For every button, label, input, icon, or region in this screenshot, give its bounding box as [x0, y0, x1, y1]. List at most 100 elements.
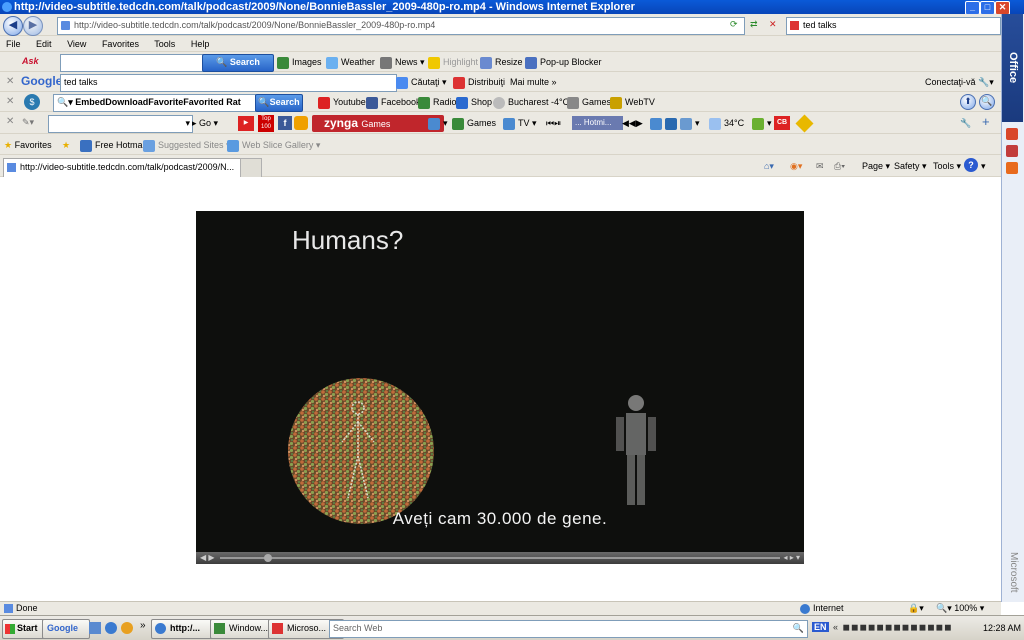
- clock[interactable]: 12:28 AM: [983, 623, 1021, 633]
- ask-weather[interactable]: Weather: [326, 55, 375, 69]
- radio-link[interactable]: Radio: [418, 95, 457, 109]
- ask-images[interactable]: Images: [277, 55, 322, 69]
- shop-link[interactable]: Shop: [456, 95, 492, 109]
- go-button[interactable]: ▸ Go ▾: [192, 116, 218, 130]
- menu-tools[interactable]: Tools: [154, 39, 175, 49]
- tv-link[interactable]: TV ▾: [503, 116, 537, 130]
- compat-icon[interactable]: ⇄: [750, 17, 758, 31]
- quicklaunch-icon-1[interactable]: [89, 622, 101, 634]
- help-icon[interactable]: ?: [964, 158, 978, 172]
- google-more[interactable]: Mai multe »: [510, 75, 557, 89]
- top100-icon[interactable]: Top 100: [258, 115, 274, 132]
- home-icon[interactable]: ⌂▾: [764, 159, 774, 173]
- taskbar-search-input[interactable]: Search Web 🔍: [329, 620, 808, 638]
- protected-mode-icon[interactable]: 🔒▾: [908, 602, 924, 615]
- web-slice-link[interactable]: Web Slice Gallery ▾: [227, 138, 320, 152]
- language-indicator[interactable]: EN: [812, 622, 829, 632]
- stop-icon[interactable]: ✕: [769, 17, 777, 31]
- menu-file[interactable]: File: [6, 39, 21, 49]
- cb-icon[interactable]: CB: [774, 116, 790, 130]
- zone-indicator[interactable]: Internet: [800, 602, 844, 615]
- back-icon[interactable]: ◀: [3, 16, 23, 36]
- favorites-button[interactable]: ★ Favorites: [4, 138, 52, 152]
- close-toolbar-icon[interactable]: ✕: [6, 116, 14, 127]
- tab-current[interactable]: http://video-subtitle.tedcdn.com/talk/po…: [3, 158, 254, 177]
- free-hotmail-link[interactable]: Free Hotmail: [80, 138, 147, 152]
- add-icon[interactable]: +: [982, 115, 990, 129]
- sidebar-app-icon-3[interactable]: [1006, 162, 1018, 174]
- system-tray-icons[interactable]: « ◼◼◼◼◼◼◼◼◼◼◼◼◼: [833, 622, 953, 633]
- quicklaunch-icon-3[interactable]: [121, 622, 133, 634]
- minimize-button[interactable]: _: [965, 1, 980, 14]
- smiley-icon[interactable]: [294, 116, 308, 130]
- fullscreen-icon[interactable]: ◂ ▸ ▾: [784, 552, 801, 564]
- quicklaunch-ie-icon[interactable]: [105, 622, 117, 634]
- tools-menu[interactable]: Tools ▾: [933, 159, 961, 173]
- refresh-icon[interactable]: ⟳: [730, 17, 738, 31]
- seek-track[interactable]: [220, 557, 780, 559]
- ask-popup-blocker[interactable]: Pop-up Blocker: [525, 55, 602, 69]
- hotmail-dropdown[interactable]: ... Hotmi...: [572, 116, 623, 130]
- video-player[interactable]: Humans? Aveți cam 30.000 de gene. ◀ ▶ ◂ …: [196, 211, 804, 564]
- menu-help[interactable]: Help: [191, 39, 210, 49]
- wrench-icon[interactable]: 🔧: [960, 116, 971, 130]
- menu-edit[interactable]: Edit: [36, 39, 52, 49]
- menu-favorites[interactable]: Favorites: [102, 39, 139, 49]
- new-tab-button[interactable]: [240, 158, 262, 178]
- quicklaunch-more[interactable]: »: [140, 620, 146, 631]
- sidebar-app-icon-2[interactable]: [1006, 145, 1018, 157]
- share-grid-icon[interactable]: ▾: [428, 116, 448, 130]
- media-controls[interactable]: ⏮⏯: [546, 116, 561, 130]
- safety-menu[interactable]: Safety ▾: [894, 159, 927, 173]
- facebook-link[interactable]: Facebook: [366, 95, 421, 109]
- google-share[interactable]: Distribuiţi: [453, 75, 505, 89]
- office-sidebar-title[interactable]: Office: [1002, 14, 1023, 122]
- embed-search-round-icon[interactable]: 🔍: [979, 94, 995, 110]
- clip-icon[interactable]: ▾: [752, 116, 772, 130]
- address-input[interactable]: http://video-subtitle.tedcdn.com/talk/po…: [57, 17, 745, 35]
- forward-icon[interactable]: ▶: [23, 16, 43, 36]
- embed-dropdown[interactable]: 🔍▾ EmbedDownloadFavoriteFavorited Rat: [53, 94, 256, 112]
- add-favorite-icon[interactable]: ★: [62, 138, 70, 152]
- sidebar-app-icon-1[interactable]: [1006, 128, 1018, 140]
- sign-icon[interactable]: [795, 114, 814, 133]
- close-toolbar-icon[interactable]: ✕: [6, 96, 14, 107]
- ask-resize[interactable]: Resize: [480, 55, 523, 69]
- search-box[interactable]: ted talks: [786, 17, 1001, 35]
- menu-view[interactable]: View: [67, 39, 86, 49]
- pen-icon[interactable]: ✎▾: [22, 115, 34, 129]
- zynga-search-input[interactable]: ▾: [48, 115, 193, 133]
- embed-search-button[interactable]: 🔍Search: [255, 94, 303, 112]
- page-menu[interactable]: Page ▾: [862, 159, 890, 173]
- ask-highlight[interactable]: Highlight: [428, 55, 478, 69]
- close-toolbar-icon[interactable]: ✕: [6, 76, 14, 87]
- facebook-small-icon[interactable]: f: [278, 116, 292, 130]
- google-search-button[interactable]: Căutaţi ▾: [396, 75, 447, 89]
- youtube-link[interactable]: Youtube: [318, 95, 366, 109]
- embed-logo-icon[interactable]: $: [24, 94, 40, 110]
- ask-logo[interactable]: Ask: [22, 54, 39, 68]
- video-control-bar[interactable]: ◀ ▶ ◂ ▸ ▾: [196, 552, 804, 564]
- zynga-games-button[interactable]: zynga Games ▼: [312, 115, 444, 132]
- misc-toolbar-icons[interactable]: ▾: [650, 116, 700, 130]
- ask-search-button[interactable]: 🔍 Search: [202, 54, 274, 72]
- games-toolbar-link[interactable]: Games: [452, 116, 496, 130]
- print-icon[interactable]: ⎙▾: [834, 159, 845, 173]
- weather-link[interactable]: Bucharest -4°C: [493, 95, 569, 109]
- mail-icon[interactable]: ✉: [816, 159, 824, 173]
- feeds-icon[interactable]: ◉▾: [790, 159, 802, 173]
- embed-nav-up-icon[interactable]: ⬆: [960, 94, 976, 110]
- media-next-controls[interactable]: ◀◀▶: [622, 116, 643, 130]
- ask-news[interactable]: News ▾: [380, 55, 425, 69]
- games-link[interactable]: Games: [567, 95, 611, 109]
- suggested-sites-link[interactable]: Suggested Sites ▾: [143, 138, 231, 152]
- maximize-button[interactable]: □: [980, 1, 995, 14]
- help-dropdown[interactable]: ▾: [981, 159, 986, 173]
- google-search-input[interactable]: ted talks: [60, 74, 397, 92]
- ask-search-input[interactable]: [60, 54, 205, 72]
- google-signin[interactable]: Conectaţi-vă 🔧▾: [925, 75, 994, 89]
- volume-icon[interactable]: ◀ ▶: [200, 552, 215, 564]
- play-video-icon[interactable]: ▶: [238, 116, 254, 131]
- google-taskbar-button[interactable]: Google: [42, 619, 90, 639]
- zoom-level[interactable]: 🔍▾ 100% ▾: [936, 602, 984, 615]
